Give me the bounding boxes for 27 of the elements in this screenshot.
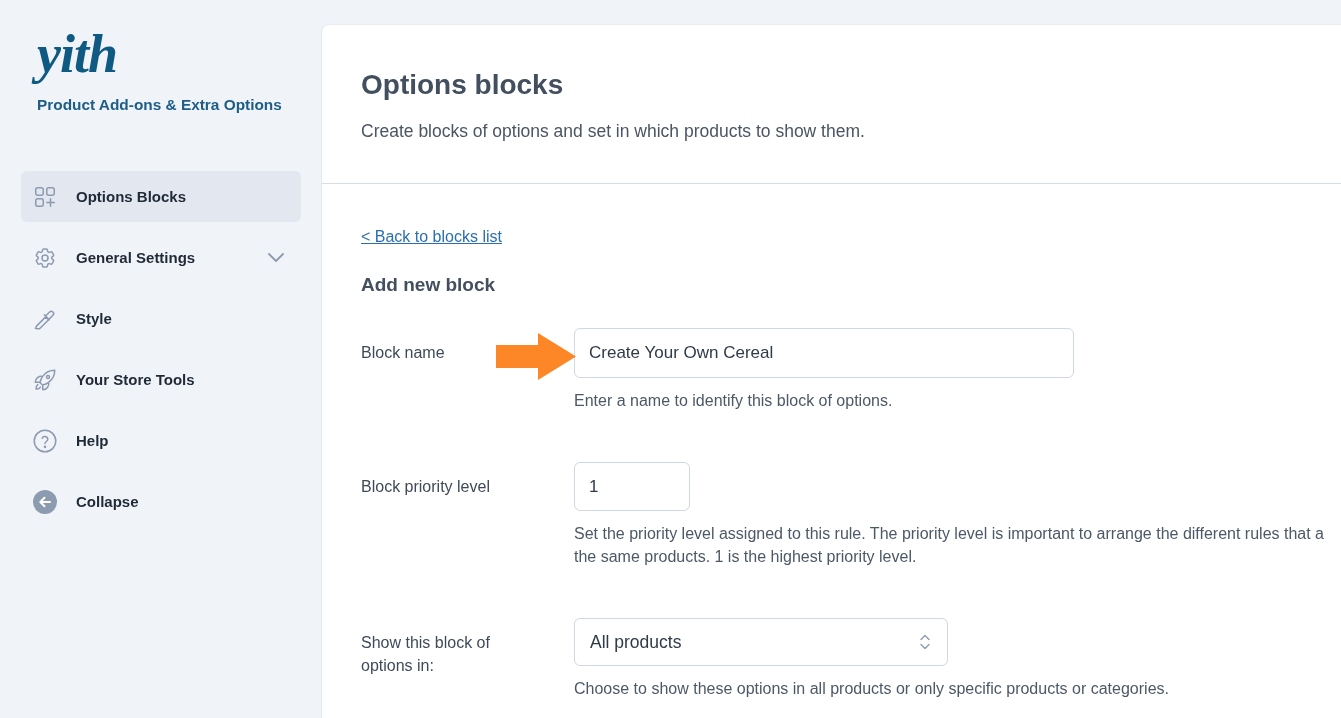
text-input[interactable]: Create Your Own Cereal [574,328,1074,378]
help-text: Choose to show these options in all products or only specific products or categories. [574,679,1169,699]
rocket-icon [33,367,57,392]
plugin-name: Product Add-ons & Extra Options [37,96,282,114]
arrow-left-circle-icon [33,489,57,514]
logo: yith [31,22,125,86]
field-label: Block priority level [361,477,490,497]
grid-plus-icon [33,184,57,209]
back-link[interactable]: < Back to blocks list [361,226,502,248]
select-field[interactable]: All products [574,618,948,666]
page-description: Create blocks of options and set in which products to show them. [361,120,865,143]
number-input[interactable]: 1 [574,462,690,511]
chevron-up-down-icon [920,634,930,650]
nav-item[interactable]: Your Store Tools [21,354,301,405]
help-text: Set the priority level assigned to this rule. The priority level is important to arrange the different rules that a the same products. 1 is the highest priority level. [574,524,1324,567]
page-title: Options blocks [361,68,564,102]
help-text: Enter a name to identify this block of options. [574,391,893,411]
field-label: Show this block of options in: [361,633,491,676]
help-icon [33,428,57,453]
section-title: Add new block [361,273,496,297]
settings-icon [33,245,57,270]
nav-item[interactable]: Help [21,415,301,466]
nav-item[interactable]: General Settings [21,232,301,283]
nav-item[interactable]: Collapse [21,476,301,527]
field-label: Block name [361,343,445,363]
nav-item[interactable]: Style [21,293,301,344]
nav-item[interactable]: Options Blocks [21,171,301,222]
